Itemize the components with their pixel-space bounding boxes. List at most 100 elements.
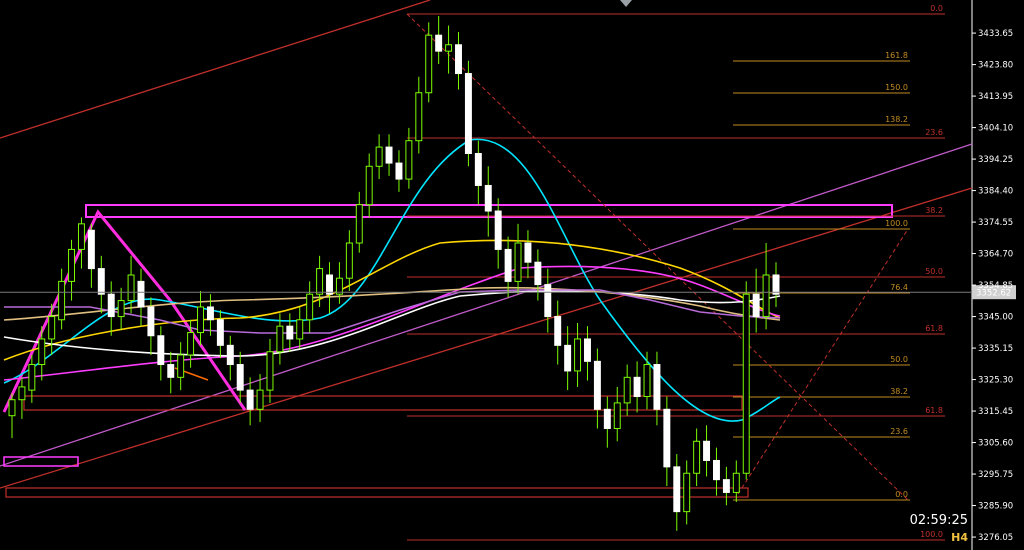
candle-body: [147, 306, 155, 337]
fib-level-label: 100.0: [920, 530, 943, 539]
candle-body: [673, 466, 681, 513]
candle-body: [772, 274, 780, 295]
candlestick: [68, 239, 76, 301]
candlestick: [107, 281, 115, 336]
candle-body: [445, 44, 453, 52]
candlestick: [405, 127, 413, 189]
candlestick: [345, 230, 353, 291]
candle-body: [97, 268, 105, 295]
fib-level-label: 100.0: [885, 219, 908, 228]
candle-body: [316, 268, 324, 295]
candle-body: [157, 335, 165, 366]
candlestick: [375, 134, 383, 180]
candlestick: [554, 300, 562, 365]
candle-body: [544, 284, 552, 318]
candle-body: [28, 364, 36, 391]
candlestick: [643, 351, 651, 410]
y-tick-label: 3394.25: [978, 155, 1013, 165]
candle-body: [703, 440, 711, 461]
candle-body: [534, 261, 542, 286]
candle-body: [167, 364, 175, 378]
fib-level-label: 0.0: [930, 4, 943, 13]
candle-body: [415, 92, 423, 142]
candlestick: [762, 243, 770, 330]
candle-body: [405, 140, 413, 180]
candle-body: [276, 325, 284, 353]
candle-body: [732, 472, 740, 493]
candle-body: [762, 274, 770, 318]
candlestick: [425, 22, 433, 103]
candlestick: [236, 351, 244, 403]
fib-level-label: 23.6: [890, 427, 908, 436]
candle-body: [683, 472, 691, 513]
fib-level-label: 138.2: [885, 115, 908, 124]
candlestick: [445, 25, 453, 74]
chart-canvas[interactable]: 0.0 161.8 150.0 138.2 23.6 38.2 100.0 50.0 76.4 6…: [0, 0, 1024, 550]
candle-body: [286, 325, 294, 340]
candle-body: [643, 364, 651, 398]
candlestick: [534, 249, 542, 301]
candle-body: [504, 248, 512, 282]
candlestick: [8, 393, 16, 439]
candlestick: [167, 351, 175, 394]
fib-diagonal: [406, 13, 909, 501]
price-chart[interactable]: 0.0 161.8 150.0 138.2 23.6 38.2 100.0 50.0 76.4 6…: [0, 0, 1024, 550]
candle-body: [603, 408, 611, 429]
candlestick: [385, 134, 393, 176]
candlestick: [633, 361, 641, 413]
candle-body: [752, 293, 760, 318]
candlestick: [752, 268, 760, 333]
candlestick: [226, 335, 234, 381]
candlestick: [544, 268, 552, 333]
y-tick-label: 3276.05: [978, 533, 1013, 543]
candle-body: [197, 306, 204, 334]
candlestick: [117, 287, 125, 330]
candle-body: [107, 293, 115, 318]
candlestick: [772, 262, 780, 307]
candlestick: [732, 460, 740, 503]
candle-body: [395, 162, 403, 180]
candlestick: [474, 140, 482, 205]
candlestick: [703, 425, 711, 477]
candle-body: [226, 344, 234, 366]
candlestick: [693, 428, 701, 487]
candlestick: [603, 396, 611, 448]
candlestick: [663, 396, 671, 487]
candle-body: [256, 389, 264, 410]
candle-body: [474, 152, 482, 186]
candle-body: [8, 399, 16, 417]
candle-body: [524, 242, 532, 263]
candlestick: [395, 150, 403, 192]
candle-body: [623, 376, 631, 404]
candlestick: [58, 268, 66, 330]
candle-body: [236, 364, 244, 391]
candle-body: [375, 146, 383, 167]
y-tick-label: 3305.60: [978, 439, 1013, 449]
channel-line-lower: [0, 187, 973, 489]
candlestick: [97, 255, 105, 314]
fib-level-label: 61.8: [925, 324, 943, 333]
candlestick: [742, 281, 750, 480]
candle-body: [58, 280, 66, 321]
candlestick: [197, 290, 204, 346]
candle-body: [137, 280, 145, 308]
candlestick: [18, 377, 26, 419]
candle-body: [266, 351, 274, 391]
candlestick: [216, 310, 224, 359]
candlestick: [564, 326, 572, 391]
y-tick-label: 3433.65: [978, 29, 1013, 39]
candlestick: [335, 262, 343, 304]
candle-body: [693, 440, 701, 474]
shift-marker-icon: [620, 0, 632, 7]
candle-body: [593, 360, 601, 410]
demand-zone: [23, 395, 743, 411]
candle-body: [514, 242, 522, 282]
candlestick: [673, 454, 681, 531]
candle-body: [574, 338, 582, 372]
candlestick: [296, 306, 304, 349]
fib-level-label: 50.0: [925, 267, 943, 276]
y-tick-label: 3364.70: [978, 250, 1013, 260]
candlestick: [722, 466, 730, 506]
candle-body: [633, 376, 641, 398]
candle-body: [246, 389, 254, 410]
